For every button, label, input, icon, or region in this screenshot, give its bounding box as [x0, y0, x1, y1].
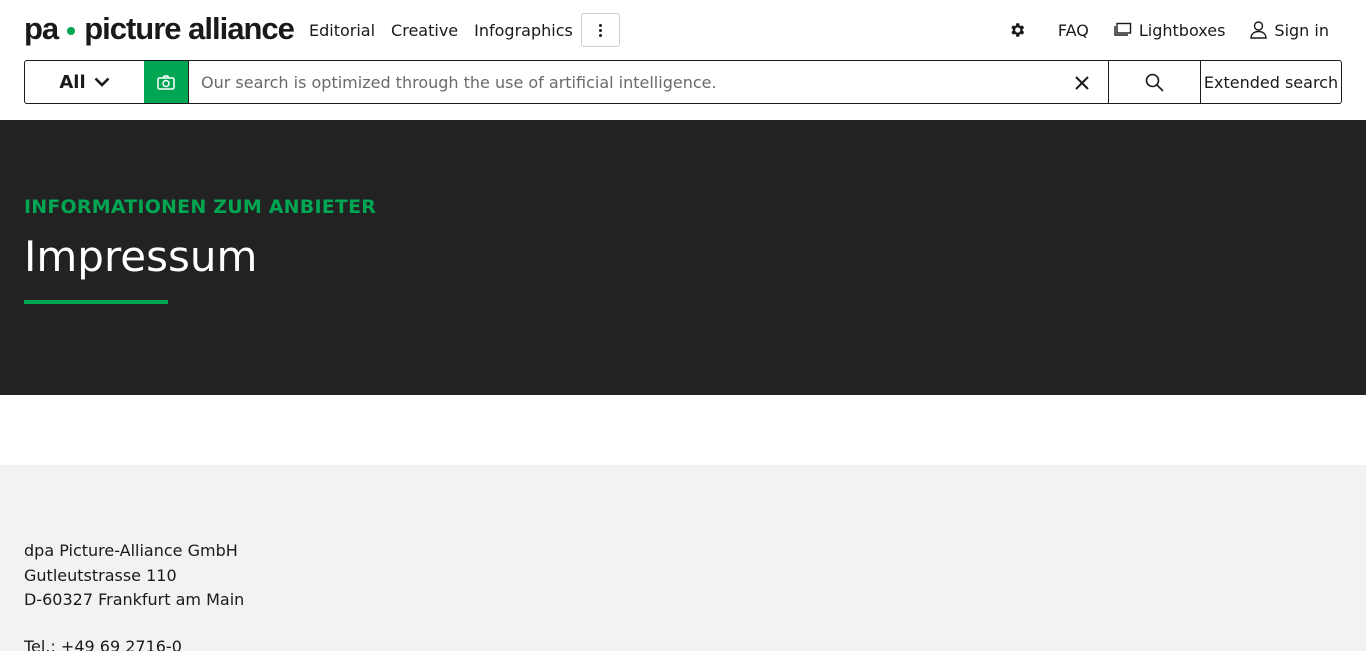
company-name: dpa Picture-Alliance GmbH — [24, 541, 238, 560]
faq-link[interactable]: FAQ — [1058, 21, 1089, 40]
clear-search-button[interactable] — [1072, 73, 1092, 93]
page-hero: Informationen zum Anbieter Impressum — [0, 120, 1366, 395]
extended-search-button[interactable]: Extended search — [1200, 61, 1341, 103]
company-city: D-60327 Frankfurt am Main — [24, 590, 245, 609]
nav-creative[interactable]: Creative — [391, 21, 458, 40]
close-icon — [1075, 76, 1089, 90]
user-icon — [1250, 21, 1268, 39]
signin-label: Sign in — [1274, 20, 1329, 40]
title-underline — [24, 300, 168, 304]
nav-infographics[interactable]: Infographics — [474, 21, 573, 40]
imprint-content: dpa Picture-Alliance GmbH Gutleutstrasse… — [0, 465, 1366, 651]
company-address: dpa Picture-Alliance GmbH Gutleutstrasse… — [24, 539, 244, 651]
utility-nav: FAQ Lightboxes Sign in — [983, 13, 1329, 47]
logo[interactable]: pa picture alliance — [24, 11, 295, 47]
search-field — [188, 61, 1108, 103]
more-vertical-icon — [598, 23, 602, 37]
lightboxes-link[interactable]: Lightboxes — [1114, 20, 1226, 40]
image-search-button[interactable] — [144, 61, 188, 103]
company-street: Gutleutstrasse 110 — [24, 565, 177, 585]
search-submit-button[interactable] — [1108, 61, 1200, 103]
chevron-down-icon — [94, 77, 110, 87]
lightbox-icon — [1114, 22, 1132, 38]
search-input[interactable] — [189, 61, 1108, 103]
search-scope-label: All — [59, 71, 86, 93]
signin-link[interactable]: Sign in — [1250, 21, 1329, 40]
page-title: Impressum — [24, 232, 258, 281]
lightboxes-label: Lightboxes — [1138, 20, 1226, 40]
more-menu-button[interactable] — [580, 13, 620, 47]
camera-icon — [157, 74, 175, 90]
extended-search-label: Extended search — [1203, 72, 1339, 92]
logo-wordmark: picture alliance — [84, 11, 295, 46]
nav-editorial[interactable]: Editorial — [309, 21, 375, 40]
search-bar: All Extended search — [24, 60, 1342, 104]
logo-dot — [67, 27, 76, 35]
logo-pa: pa — [24, 11, 59, 46]
faq-label: FAQ — [1057, 20, 1089, 40]
main-nav: Editorial Creative Infographics — [309, 13, 620, 47]
search-scope-dropdown[interactable]: All — [25, 61, 144, 103]
company-phone: Tel.: +49 69 2716-0 — [24, 636, 182, 651]
search-icon — [1145, 73, 1164, 92]
site-header: pa picture alliance Editorial Creative I… — [0, 0, 1366, 60]
settings-button[interactable] — [1008, 21, 1033, 39]
settings-icon — [1008, 21, 1026, 39]
page-eyebrow: Informationen zum Anbieter — [24, 196, 377, 218]
